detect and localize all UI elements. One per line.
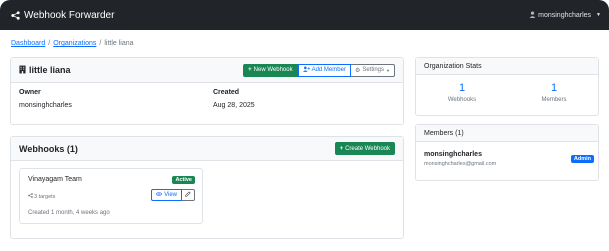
plus-icon: +: [339, 145, 344, 152]
created-label: Created: [213, 89, 240, 96]
organization-name: little liana: [29, 65, 71, 75]
stat-members-value: 1: [550, 82, 558, 94]
webhooks-title: Webhooks (1): [19, 143, 78, 154]
view-label: View: [164, 192, 177, 198]
user-name: monsinghcharles: [538, 11, 592, 19]
status-badge: Active: [172, 176, 195, 184]
share-nodes-icon: [11, 10, 20, 20]
new-webhook-button[interactable]: + New Webhook: [243, 63, 298, 77]
gear-icon: ⚙: [354, 67, 361, 74]
create-webhook-label: Create Webhook: [345, 145, 390, 152]
members-card: Members (1) monsinghcharles monsinghchar…: [415, 124, 599, 181]
webhook-targets: 3 targets: [28, 193, 55, 200]
view-webhook-button[interactable]: View: [151, 189, 182, 201]
navbar: Webhook Forwarder monsinghcharles ▼: [0, 0, 609, 30]
webhook-created: Created 1 month, 4 weeks ago: [28, 210, 110, 216]
edit-webhook-button[interactable]: [182, 189, 195, 201]
stat-webhooks-value: 1: [458, 82, 466, 94]
organization-card: little liana + New Webhook Add Member ⚙ …: [10, 57, 404, 125]
member-name: monsinghcharles: [424, 151, 482, 158]
add-member-button[interactable]: Add Member: [297, 63, 351, 77]
member-email: monsinghcharles@gmail.com: [424, 161, 497, 167]
caret-down-icon: ▼: [596, 12, 601, 18]
organization-stats-card: Organization Stats 1 Webhooks 1 Members: [415, 57, 599, 116]
app-window: Webhook Forwarder monsinghcharles ▼ Dash…: [0, 0, 609, 251]
organization-card-header: little liana + New Webhook Add Member ⚙ …: [11, 58, 403, 83]
brand-title: Webhook Forwarder: [24, 9, 115, 21]
stats-title: Organization Stats: [424, 62, 482, 70]
user-plus-icon: [302, 66, 310, 74]
webhooks-card-header: Webhooks (1) + Create Webhook: [11, 137, 403, 161]
stat-webhooks: 1 Webhooks: [416, 82, 508, 103]
stats-card-header: Organization Stats: [416, 58, 598, 75]
brand-link[interactable]: Webhook Forwarder: [11, 10, 114, 21]
new-webhook-label: New Webhook: [253, 67, 293, 73]
breadcrumb: Dashboard / Organizations / little liana: [11, 40, 134, 47]
settings-label: Settings: [362, 67, 385, 73]
webhook-item: Vinayagam Team Active 3 targets View Cre…: [19, 168, 203, 224]
create-webhook-button[interactable]: + Create Webhook: [334, 142, 395, 155]
caret-down-icon: ▼: [386, 67, 390, 73]
eye-icon: [155, 192, 163, 198]
organization-details: Owner monsinghcharles: [19, 89, 199, 109]
plus-icon: +: [248, 67, 252, 73]
created-value: Aug 28, 2025: [213, 102, 255, 109]
user-menu[interactable]: monsinghcharles ▼: [529, 10, 601, 20]
breadcrumb-current: little liana: [104, 40, 134, 47]
add-member-label: Add Member: [311, 67, 346, 73]
role-badge: Admin: [570, 155, 594, 163]
breadcrumb-organizations[interactable]: Organizations: [53, 40, 96, 47]
building-icon: [19, 65, 26, 76]
members-card-header: Members (1): [416, 125, 598, 142]
stat-members: 1 Members: [508, 82, 600, 103]
webhook-name: Vinayagam Team: [28, 176, 82, 183]
share-nodes-icon: [28, 193, 33, 200]
member-item: monsinghcharles monsinghcharles@gmail.co…: [424, 151, 594, 167]
webhooks-card: Webhooks (1) + Create Webhook Vinayagam …: [10, 136, 404, 239]
created-details: Created Aug 28, 2025: [213, 89, 393, 109]
targets-count: 3 targets: [34, 193, 56, 200]
stat-webhooks-label: Webhooks: [447, 97, 477, 103]
breadcrumb-separator: /: [99, 40, 102, 47]
user-icon: [529, 10, 536, 20]
breadcrumb-dashboard[interactable]: Dashboard: [11, 40, 45, 47]
edit-icon: [185, 191, 191, 199]
owner-value: monsinghcharles: [19, 102, 72, 109]
owner-label: Owner: [19, 89, 41, 96]
breadcrumb-separator: /: [48, 40, 51, 47]
members-title: Members (1): [424, 129, 464, 137]
settings-dropdown-button[interactable]: ⚙ Settings ▼: [350, 63, 395, 77]
stat-members-label: Members: [541, 97, 567, 103]
